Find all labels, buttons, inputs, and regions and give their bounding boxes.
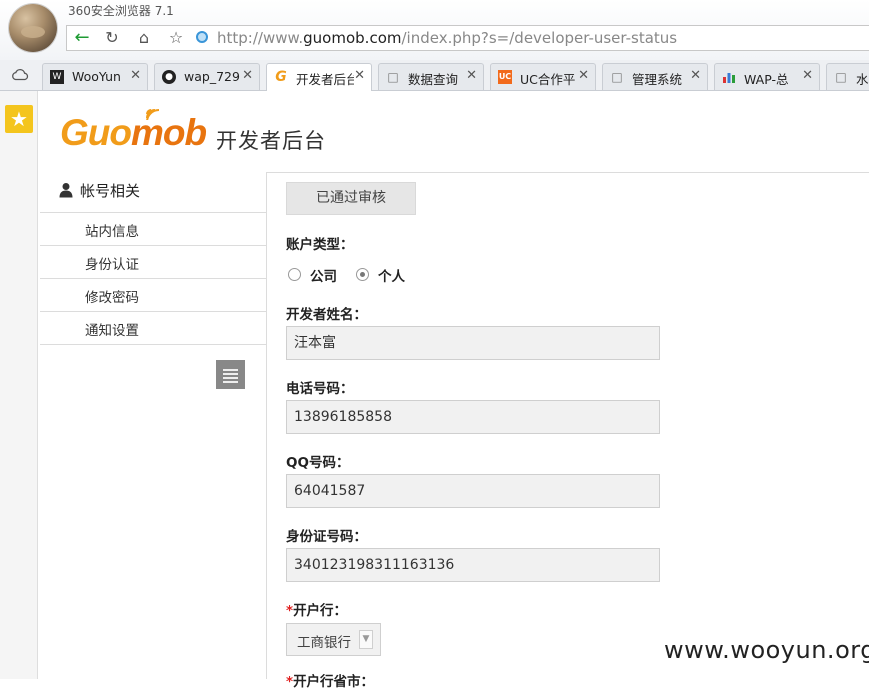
watermark: www.wooyun.org (664, 636, 869, 664)
browser-toolbar: 360安全浏览器 7.1 ← ↻ ⌂ ☆ http://www.guomob.c… (0, 0, 869, 60)
site-header: Guomob 开发者后台 (40, 91, 869, 173)
approved-status-button[interactable]: 已通过审核 (286, 182, 416, 215)
tab-data-query[interactable]: □ 数据查询 ✕ (378, 63, 484, 90)
id-card-label: 身份证号码： (286, 529, 367, 545)
sidebar-item-change-password[interactable]: 修改密码 (40, 279, 266, 312)
tab-wap-summary[interactable]: WAP-总 ✕ (714, 63, 820, 90)
sidebar-item-site-messages[interactable]: 站内信息 (40, 213, 266, 246)
tab-label: 水 (856, 72, 869, 87)
phone-field[interactable]: 13896185858 (286, 400, 660, 434)
bookmark-star-icon[interactable]: ☆ (163, 27, 189, 49)
required-asterisk: * (286, 603, 294, 619)
hamburger-menu-icon[interactable] (216, 360, 245, 389)
close-icon[interactable]: ✕ (130, 68, 141, 83)
bank-select[interactable]: 工商银行 ▼ (286, 623, 381, 656)
bank-label: *开户行： (286, 599, 347, 619)
chevron-down-icon[interactable]: ▼ (359, 630, 373, 649)
address-bar[interactable]: ← ↻ ⌂ ☆ http://www.guomob.com/index.php?… (66, 25, 869, 51)
developer-status-form: 已通过审核 账户类型： 公司 个人 开发者姓名： 汪本富 电话号码： 13896… (266, 172, 869, 690)
sidebar-item-label: 通知设置 (85, 323, 139, 339)
tab-label: WAP-总 (744, 72, 789, 87)
tab-label: 开发者后台 (296, 72, 354, 87)
url-text[interactable]: http://www.guomob.com/index.php?s=/devel… (217, 29, 677, 47)
close-icon[interactable]: ✕ (802, 68, 813, 83)
document-icon: □ (611, 70, 623, 84)
radio-company[interactable] (288, 268, 301, 281)
qq-label: QQ号码： (286, 455, 350, 471)
close-icon[interactable]: ✕ (466, 68, 477, 83)
url-host: guomob.com (303, 29, 402, 47)
sidebar-section-label: 帐号相关 (80, 182, 141, 200)
bank-province-label: *开户行省市： (286, 670, 374, 690)
wooyun-icon: W (50, 70, 64, 84)
guomob-g-icon: G (275, 69, 287, 85)
document-icon: □ (835, 70, 847, 84)
account-type-label: 账户类型： (286, 237, 354, 253)
account-sidebar: 帐号相关 站内信息 身份认证 修改密码 通知设置 (40, 172, 267, 679)
user-icon (59, 183, 73, 198)
bank-province-label-text: 开户行省市： (293, 674, 375, 690)
developer-name-field[interactable]: 汪本富 (286, 326, 660, 360)
signal-wave-icon (146, 109, 160, 120)
sidebar-section-header[interactable]: 帐号相关 (40, 172, 266, 213)
sidebar-item-label: 站内信息 (85, 224, 139, 240)
tab-label: UC合作平 (520, 72, 576, 87)
back-arrow-icon[interactable]: ← (69, 27, 95, 49)
document-icon: □ (387, 70, 399, 84)
url-prefix: http://www. (217, 29, 304, 47)
refresh-icon[interactable]: ↻ (99, 27, 125, 49)
guomob-logo[interactable]: Guomob (60, 109, 207, 153)
sidebar-item-identity-verification[interactable]: 身份认证 (40, 246, 266, 279)
site-security-icon (196, 31, 208, 43)
radio-company-label: 公司 (310, 269, 337, 285)
tab-label: 数据查询 (408, 72, 459, 87)
sidebar-item-notification-settings[interactable]: 通知设置 (40, 312, 266, 345)
close-icon[interactable]: ✕ (242, 68, 253, 83)
github-icon: ● (162, 70, 176, 84)
favorites-star-icon[interactable]: ★ (5, 105, 33, 133)
uc-icon: UC (498, 70, 512, 84)
site-title: 开发者后台 (216, 129, 326, 153)
tab-wooyun[interactable]: W WooYun ✕ (42, 63, 148, 90)
close-icon[interactable]: ✕ (690, 68, 701, 83)
bank-label-text: 开户行： (293, 603, 348, 619)
tab-github[interactable]: ● wap_729 ✕ (154, 63, 260, 90)
bank-select-value: 工商银行 (297, 635, 351, 651)
tab-partial[interactable]: □ 水 (826, 63, 869, 90)
tab-uc-partner[interactable]: UC UC合作平 ✕ (490, 63, 596, 90)
cloud-icon[interactable] (11, 67, 29, 81)
tab-admin-system[interactable]: □ 管理系统 ✕ (602, 63, 708, 90)
bar-chart-icon (722, 70, 736, 84)
close-icon[interactable]: ✕ (354, 68, 365, 83)
tab-label: WooYun (72, 69, 121, 84)
radio-individual-label: 个人 (378, 269, 405, 285)
tab-label: wap_729 (184, 69, 240, 84)
phone-label: 电话号码： (286, 381, 354, 397)
tab-strip: W WooYun ✕ ● wap_729 ✕ G 开发者后台 ✕ □ 数据查询 … (0, 60, 869, 91)
sidebar-item-label: 修改密码 (85, 290, 139, 306)
browser-title: 360安全浏览器 7.1 (68, 4, 174, 18)
id-card-field[interactable]: 340123198311163136 (286, 548, 660, 582)
required-asterisk: * (286, 674, 294, 690)
radio-individual[interactable] (356, 268, 369, 281)
tab-developer-backend[interactable]: G 开发者后台 ✕ (266, 63, 372, 91)
tab-label: 管理系统 (632, 72, 683, 87)
user-avatar[interactable] (9, 4, 57, 52)
qq-field[interactable]: 64041587 (286, 474, 660, 508)
home-icon[interactable]: ⌂ (131, 27, 157, 49)
url-path: /index.php?s=/developer-user-status (401, 29, 678, 47)
sidebar-item-label: 身份认证 (85, 257, 139, 273)
favorites-sidebar: ★ (0, 91, 38, 679)
developer-name-label: 开发者姓名： (286, 307, 367, 323)
close-icon[interactable]: ✕ (578, 68, 589, 83)
